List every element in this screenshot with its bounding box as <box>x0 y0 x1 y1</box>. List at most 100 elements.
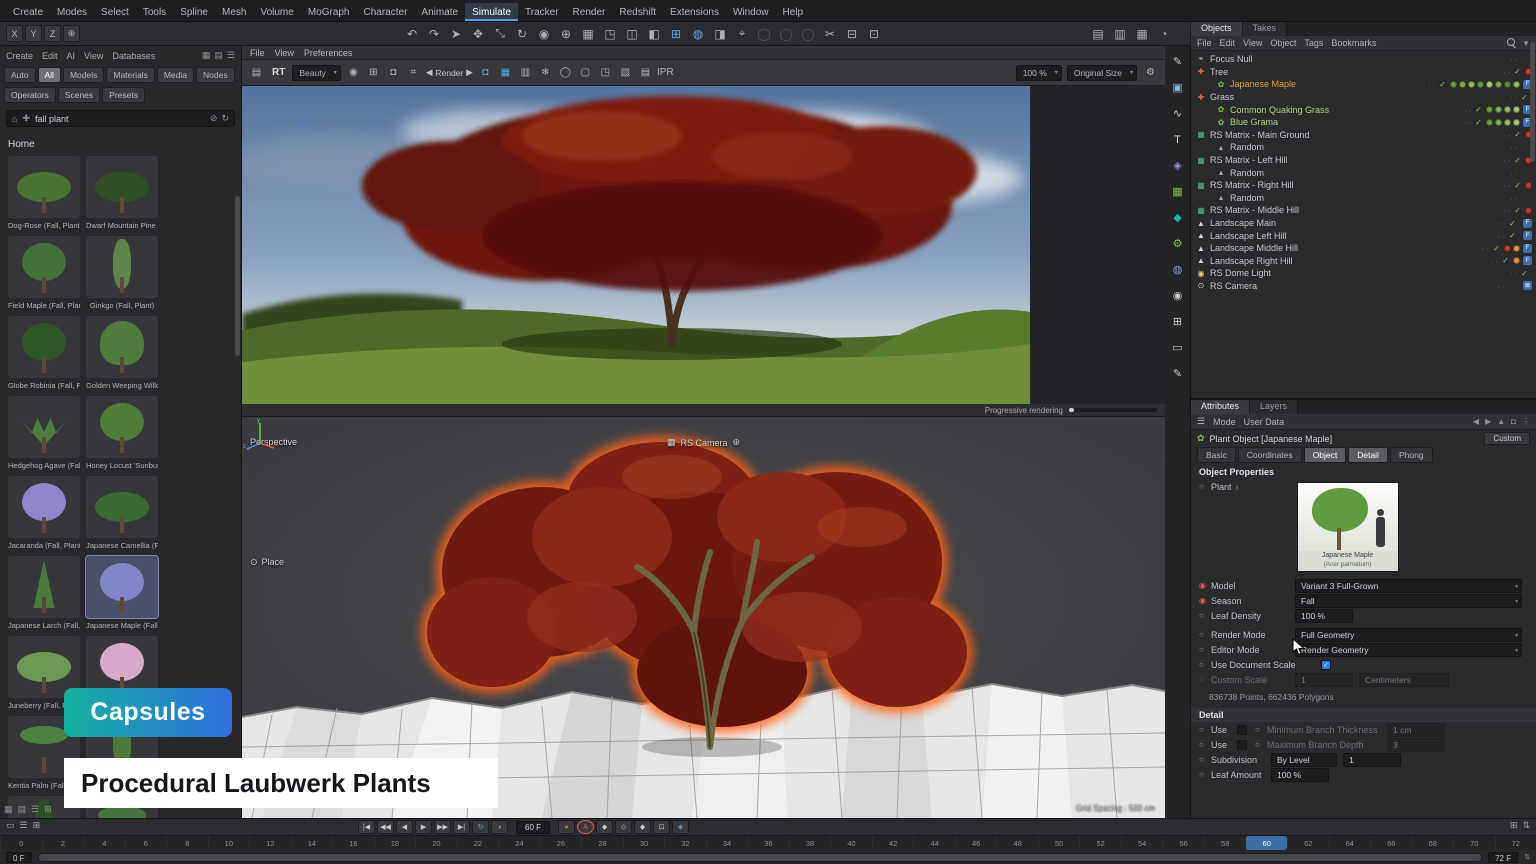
object-row[interactable]: ✿ Common Quaking Grass ✓ F <box>1191 103 1536 116</box>
toolbar-icon[interactable]: ◉ <box>534 24 554 44</box>
search-option-icon[interactable]: ⊘ <box>210 113 218 124</box>
frame-tick[interactable]: 18 <box>374 836 416 850</box>
object-row[interactable]: ▴ Random <box>1191 166 1536 179</box>
asset-tile[interactable]: Honey Locust 'Sunbur... <box>86 396 158 470</box>
panel-tab[interactable]: Attributes <box>1191 400 1250 414</box>
category-tab[interactable]: Presets <box>102 87 145 103</box>
palette-icon[interactable]: ◈ <box>1168 156 1188 175</box>
playback-button[interactable]: ↻ <box>472 820 489 834</box>
anim-dot[interactable]: ○ <box>1199 740 1211 749</box>
frame-tick[interactable]: 30 <box>623 836 665 850</box>
visibility-dots[interactable] <box>1503 205 1510 215</box>
material-swatch[interactable] <box>1486 106 1493 113</box>
menu-item[interactable]: View <box>1243 38 1262 48</box>
nav-icon[interactable]: ◀ <box>1473 417 1479 426</box>
range-bar[interactable] <box>39 854 1482 861</box>
search-input[interactable]: fall plant <box>35 114 69 124</box>
custom-button[interactable]: Custom <box>1484 432 1530 445</box>
render-toolbar-icon[interactable]: ▤ <box>637 64 654 81</box>
object-label[interactable]: Random <box>1230 193 1264 203</box>
range-track[interactable] <box>38 853 1483 862</box>
object-row[interactable]: ▦ RS Matrix - Middle Hill ✓ <box>1191 204 1536 217</box>
object-row[interactable]: ▲ Landscape Middle Hill ✓ F <box>1191 242 1536 255</box>
visibility-dots[interactable] <box>1498 231 1505 241</box>
custom-scale-value[interactable]: 1 <box>1295 673 1353 687</box>
frame-tick[interactable]: 2 <box>42 836 84 850</box>
menu-item[interactable]: File <box>1197 38 1212 48</box>
playback-button[interactable]: ◀ <box>396 820 413 834</box>
material-swatch[interactable] <box>1486 81 1493 88</box>
toolbar-icon[interactable]: ↻ <box>512 24 532 44</box>
frame-tick[interactable]: 46 <box>955 836 997 850</box>
property-value[interactable]: Full Geometry <box>1295 628 1522 642</box>
record-button[interactable]: ● <box>558 820 575 834</box>
material-swatch[interactable] <box>1504 245 1511 252</box>
slate-icon[interactable]: ▤ <box>248 64 265 81</box>
menu-item[interactable]: Render <box>566 3 613 21</box>
frame-tick[interactable]: 70 <box>1453 836 1495 850</box>
visibility-dots[interactable] <box>1510 142 1517 152</box>
frame-tick[interactable]: 12 <box>249 836 291 850</box>
toolbar-icon[interactable]: ◯ <box>776 24 796 44</box>
menu-item[interactable]: Window <box>726 3 776 21</box>
axis-lock-button[interactable]: Y <box>25 25 42 42</box>
playback-button[interactable]: ▶▶ <box>434 820 451 834</box>
tag-icon[interactable]: F <box>1523 231 1532 240</box>
material-swatch[interactable] <box>1513 245 1520 252</box>
toolbar-icon[interactable]: ✂ <box>820 24 840 44</box>
material-swatch[interactable] <box>1513 119 1520 126</box>
render-toolbar-icon[interactable]: ▥ <box>517 64 534 81</box>
menu-item[interactable]: Tracker <box>518 3 566 21</box>
material-swatch[interactable] <box>1525 182 1532 189</box>
visibility-dots[interactable] <box>1510 54 1517 64</box>
frame-tick[interactable]: 14 <box>291 836 333 850</box>
menu-item[interactable]: Simulate <box>465 3 518 21</box>
section-tab[interactable]: Detail <box>1348 447 1388 463</box>
frame-tick[interactable]: 40 <box>830 836 872 850</box>
record-button[interactable]: A <box>577 820 594 834</box>
asset-tile[interactable]: Field Maple (Fall, Plant) <box>8 236 80 310</box>
object-label[interactable]: Tree <box>1210 67 1228 77</box>
use-document-scale-checkbox[interactable]: ✓ <box>1321 660 1331 670</box>
frame-tick[interactable]: 56 <box>1162 836 1204 850</box>
frame-tick[interactable]: 16 <box>332 836 374 850</box>
footer-icon[interactable]: ▤ <box>18 804 27 815</box>
frame-tick[interactable]: 20 <box>415 836 457 850</box>
layout-icon[interactable]: ▥ <box>1110 24 1130 44</box>
material-swatch[interactable] <box>1450 81 1457 88</box>
property-value[interactable]: 100 % <box>1295 609 1353 623</box>
category-tab[interactable]: Scenes <box>58 87 100 103</box>
material-swatch[interactable] <box>1504 81 1511 88</box>
axis-lock-button[interactable]: Z <box>44 25 61 42</box>
layout-icon[interactable]: ◔ <box>1154 24 1174 44</box>
frame-tick[interactable]: 62 <box>1287 836 1329 850</box>
view-mode-icon[interactable]: ▦ <box>202 50 211 61</box>
menu-item[interactable]: Help <box>776 3 811 21</box>
render-toolbar-icon[interactable]: ◘ <box>385 64 402 81</box>
anim-dot[interactable]: ○ <box>1199 611 1211 620</box>
frame-tick[interactable]: 8 <box>166 836 208 850</box>
object-label[interactable]: Grass <box>1210 92 1234 102</box>
toolbar-icon[interactable]: ➤ <box>446 24 466 44</box>
menu-item[interactable]: Select <box>94 3 136 21</box>
object-row[interactable]: ⊙ RS Camera ⊠ <box>1191 280 1536 293</box>
visibility-dots[interactable] <box>1498 281 1505 291</box>
record-button[interactable]: ◇ <box>615 820 632 834</box>
menu-item[interactable]: File <box>250 48 265 58</box>
palette-icon[interactable]: ◆ <box>1168 208 1188 227</box>
object-row[interactable]: ▲ Landscape Right Hill ✓ F <box>1191 255 1536 268</box>
frame-tick[interactable]: 4 <box>83 836 125 850</box>
asset-tile[interactable]: Japanese Larch (Fall, P... <box>8 556 80 630</box>
toolbar-icon[interactable]: ◯ <box>798 24 818 44</box>
record-button[interactable]: ◈ <box>672 820 689 834</box>
object-row[interactable]: ✚ Grass ✓ <box>1191 91 1536 104</box>
render-toolbar-icon[interactable]: ◘ <box>477 64 494 81</box>
anim-dot[interactable]: ○ <box>1255 725 1267 734</box>
playback-button[interactable]: ◖ <box>491 820 508 834</box>
object-label[interactable]: RS Matrix - Right Hill <box>1210 180 1294 190</box>
property-value[interactable]: Render Geometry <box>1295 643 1522 657</box>
visibility-dots[interactable] <box>1510 92 1517 102</box>
menu-item[interactable]: Preferences <box>304 48 353 58</box>
search-bar[interactable]: ⌂ ✚ fall plant ⊘↻ <box>6 110 235 127</box>
render-toolbar-icon[interactable]: ▢ <box>577 64 594 81</box>
